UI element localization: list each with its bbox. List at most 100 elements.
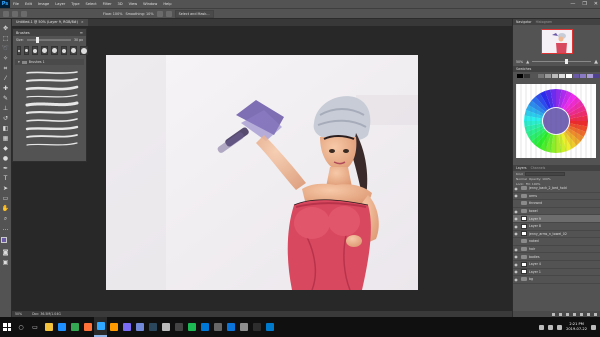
layer-row[interactable]: ◉ arms	[513, 193, 600, 201]
brush-tip[interactable]	[80, 46, 88, 55]
visibility-eye-icon[interactable]: ◉	[513, 186, 519, 191]
taskbar-app-illustrator[interactable]	[107, 317, 120, 337]
quick-mask-icon[interactable]: ◙	[2, 249, 10, 256]
taskbar-app-calc[interactable]	[211, 317, 224, 337]
taskbar-app-photoshop[interactable]	[94, 317, 107, 337]
close-window-button[interactable]: ✕	[594, 0, 598, 8]
visibility-eye-icon[interactable]: ◉	[513, 269, 519, 274]
brush-size-knob[interactable]	[35, 37, 39, 43]
smoothing-label[interactable]: Smoothing: 10%	[125, 12, 153, 16]
brush-tip[interactable]	[70, 46, 77, 55]
taskbar-app-edge[interactable]	[55, 317, 68, 337]
menu-help[interactable]: Help	[160, 0, 174, 8]
shape-tool-icon[interactable]: ▭	[2, 195, 10, 202]
layer-row[interactable]: ◉ Layer 4	[513, 261, 600, 269]
visibility-eye-icon[interactable]: ◉	[513, 209, 519, 214]
zoom-tool-icon[interactable]: ⌕	[2, 215, 10, 222]
zoom-out-icon[interactable]: ▲	[526, 59, 529, 64]
color-wheel-panel[interactable]	[515, 84, 596, 158]
screen-mode-icon[interactable]: ▣	[2, 259, 10, 266]
magic-wand-icon[interactable]: ✧	[2, 55, 10, 62]
move-tool-icon[interactable]: ✥	[2, 25, 10, 32]
new-group-icon[interactable]	[580, 312, 583, 316]
menu-select[interactable]: Select	[83, 0, 100, 8]
tab-layers[interactable]: Layers	[516, 166, 527, 170]
taskbar-app-terminal[interactable]	[250, 317, 263, 337]
navigator-zoom-slider[interactable]	[532, 59, 592, 64]
taskbar-app-steam[interactable]	[146, 317, 159, 337]
brush-group-row[interactable]: ▾ Brushes 1	[15, 59, 84, 65]
visibility-eye-icon[interactable]: ◉	[513, 277, 519, 282]
taskbar-app-vscode[interactable]	[263, 317, 276, 337]
brush-size-slider[interactable]	[26, 37, 72, 43]
search-icon[interactable]: ○	[14, 324, 28, 331]
layer-row[interactable]: ◉ Layer 1	[513, 269, 600, 277]
layer-row[interactable]: ◉ jenny_arms_n_towel_02	[513, 231, 600, 239]
lasso-tool-icon[interactable]: ➰	[2, 45, 10, 52]
healing-brush-icon[interactable]: ✚	[2, 85, 10, 92]
layer-row[interactable]: ◉ bodies	[513, 253, 600, 261]
navigator-zoom-value[interactable]: 50%	[516, 60, 523, 64]
chevron-up-icon[interactable]	[539, 324, 545, 330]
visibility-eye-icon[interactable]: ◉	[513, 254, 519, 259]
clone-stamp-icon[interactable]: ⊥	[2, 105, 10, 112]
brush-strokes-preview[interactable]	[21, 69, 81, 153]
menu-type[interactable]: Type	[68, 0, 82, 8]
start-button[interactable]	[0, 317, 14, 337]
swatch[interactable]	[545, 74, 551, 78]
color-swatches[interactable]	[1, 237, 10, 246]
status-doc-size[interactable]: Doc: 36.5M/1.04G	[32, 312, 61, 316]
layer-row[interactable]: ◉ jenny_back_2_bed_hold	[513, 185, 600, 193]
menu-view[interactable]: View	[126, 0, 141, 8]
eyedropper-icon[interactable]: ⁄	[2, 75, 10, 82]
visibility-eye-icon[interactable]: ◉	[513, 231, 519, 236]
brush-tip[interactable]	[61, 46, 67, 55]
taskbar-app-notepad[interactable]	[159, 317, 172, 337]
new-layer-icon[interactable]	[587, 312, 590, 316]
tab-navigator[interactable]: Navigator	[516, 20, 532, 24]
swatch[interactable]	[538, 74, 544, 78]
layer-style-icon[interactable]	[559, 312, 562, 316]
swatch[interactable]	[580, 74, 586, 78]
brush-tip[interactable]	[51, 46, 58, 55]
layer-row[interactable]: ◉ Layer 9	[513, 215, 600, 223]
taskbar-app-store[interactable]	[224, 317, 237, 337]
swatch[interactable]	[559, 74, 565, 78]
hand-tool-icon[interactable]: ✋	[2, 205, 10, 212]
canvas-area[interactable]	[12, 26, 512, 317]
navigator-zoom-knob[interactable]	[564, 59, 568, 64]
menu-layer[interactable]: Layer	[52, 0, 68, 8]
color-wheel[interactable]	[515, 84, 596, 158]
brush-size-value[interactable]: 30 px	[74, 38, 83, 42]
swatch[interactable]	[566, 74, 572, 78]
brush-tool-icon[interactable]: ✎	[2, 95, 10, 102]
link-layers-icon[interactable]	[552, 312, 555, 316]
layer-kind-filter[interactable]: Kind	[516, 172, 523, 176]
visibility-eye-icon[interactable]: ◉	[513, 247, 519, 252]
menu-window[interactable]: Window	[140, 0, 160, 8]
artboard-illustration[interactable]	[106, 55, 418, 290]
type-tool-icon[interactable]: T	[2, 175, 10, 182]
taskbar-app-obs[interactable]	[172, 317, 185, 337]
task-view-icon[interactable]: ▭	[28, 324, 42, 331]
history-brush-icon[interactable]: ↺	[2, 115, 10, 122]
layer-row[interactable]: ◉ hair	[513, 246, 600, 254]
add-mask-icon[interactable]	[566, 312, 569, 316]
blend-mode-select[interactable]: Normal	[516, 177, 527, 181]
brush-size-picker-icon[interactable]	[12, 10, 18, 17]
taskbar-app-mail[interactable]	[198, 317, 211, 337]
notifications-icon[interactable]	[591, 324, 596, 330]
visibility-eye-icon[interactable]: ◉	[513, 262, 519, 267]
menu-3d[interactable]: 3D	[115, 0, 126, 8]
taskbar-app-spotify[interactable]	[185, 317, 198, 337]
menu-image[interactable]: Image	[35, 0, 52, 8]
status-zoom[interactable]: 50%	[15, 312, 22, 316]
pen-tool-icon[interactable]: ✒	[2, 165, 10, 172]
volume-icon[interactable]	[557, 324, 563, 330]
visibility-eye-icon[interactable]: ◉	[513, 224, 519, 229]
layer-row[interactable]: ◉ Layer 8	[513, 223, 600, 231]
pressure-icon[interactable]	[165, 10, 172, 17]
swatch[interactable]	[594, 74, 600, 78]
document-tab[interactable]: Untitled-1 @ 50% (Layer 9, RGB/8#) ×	[12, 19, 88, 26]
taskbar-app-media[interactable]	[120, 317, 133, 337]
